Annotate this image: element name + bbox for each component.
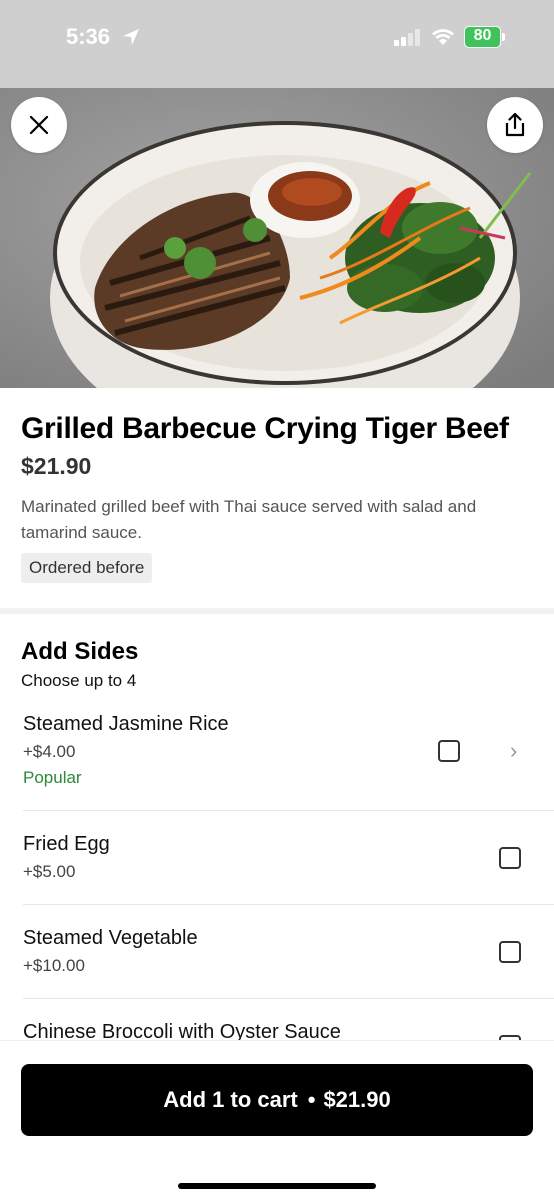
popular-badge: Popular <box>23 768 82 787</box>
food-photo <box>0 88 554 388</box>
location-arrow-icon <box>123 29 139 45</box>
row-divider <box>23 810 554 811</box>
item-description: Marinated grilled beef with Thai sauce s… <box>21 497 477 542</box>
battery-tip <box>502 33 505 41</box>
side-option-price: +$5.00 <box>23 862 76 881</box>
cart-total: $21.90 <box>323 1087 391 1112</box>
chevron-right-icon[interactable]: › <box>510 738 517 764</box>
home-indicator <box>178 1183 376 1189</box>
item-price: $21.90 <box>21 453 92 479</box>
side-option-name: Steamed Jasmine Rice <box>23 713 229 735</box>
close-icon <box>29 115 49 135</box>
close-button[interactable] <box>11 97 67 153</box>
side-option-price: +$10.00 <box>23 956 85 975</box>
share-button[interactable] <box>487 97 543 153</box>
section-divider <box>0 608 554 614</box>
battery-indicator: 80 <box>464 26 506 48</box>
cellular-signal-icon <box>394 29 420 46</box>
sides-section-title: Add Sides <box>21 638 139 665</box>
status-time: 5:36 <box>66 24 111 49</box>
side-option-price: +$4.00 <box>23 742 76 761</box>
row-divider <box>23 998 554 999</box>
wifi-icon <box>432 29 454 45</box>
side-option-name: Fried Egg <box>23 833 110 855</box>
share-icon <box>505 112 525 137</box>
food-illustration <box>0 88 554 388</box>
side-option-checkbox[interactable] <box>499 847 521 869</box>
item-title: Grilled Barbecue Crying Tiger Beef <box>21 412 509 445</box>
add-to-cart-button[interactable]: Add 1 to cart • $21.90 <box>21 1064 533 1136</box>
side-option-row[interactable]: Steamed Vegetable +$10.00 <box>0 914 554 998</box>
side-option-name: Steamed Vegetable <box>23 927 198 949</box>
row-divider <box>23 904 554 905</box>
sides-section-subtitle: Choose up to 4 <box>21 671 137 690</box>
status-bar: 5:36 80 <box>0 0 554 88</box>
battery-level: 80 <box>473 27 492 44</box>
side-option-row[interactable]: Fried Egg +$5.00 <box>0 820 554 904</box>
add-to-cart-label: Add 1 to cart <box>163 1087 298 1112</box>
side-option-checkbox[interactable] <box>438 740 460 762</box>
ordered-before-badge: Ordered before <box>21 553 153 583</box>
side-option-row[interactable]: Steamed Jasmine Rice +$4.00 Popular › <box>0 700 554 810</box>
price-separator: • <box>307 1087 316 1112</box>
side-option-checkbox[interactable] <box>499 941 521 963</box>
